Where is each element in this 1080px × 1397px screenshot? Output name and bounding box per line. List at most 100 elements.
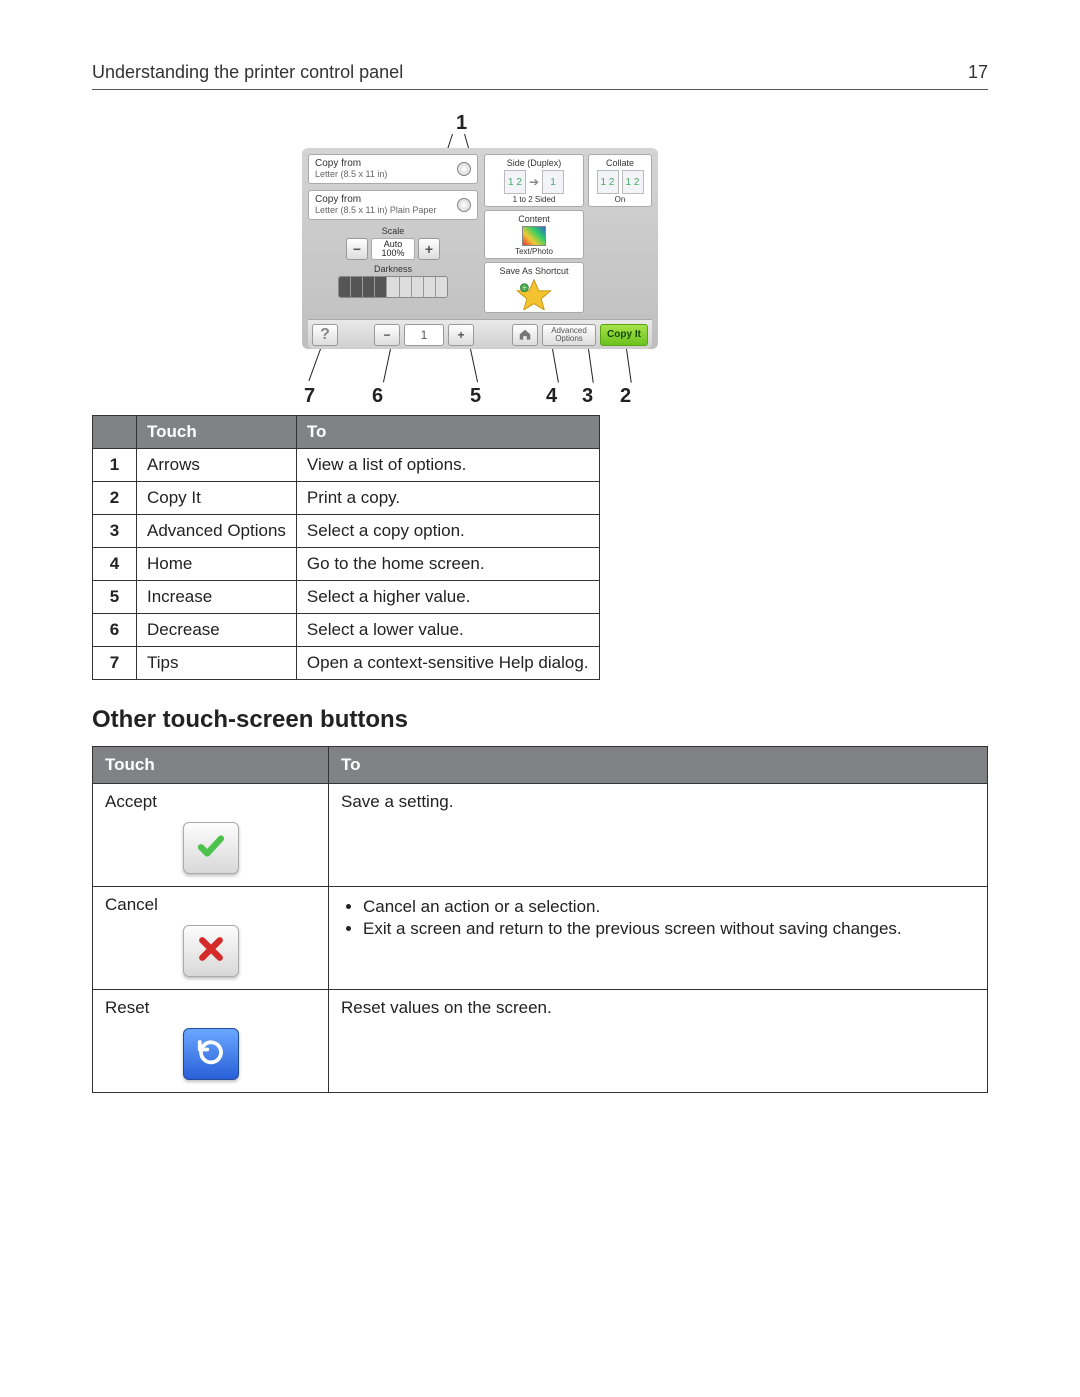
darkness-label: Darkness	[308, 264, 478, 274]
button-name: Cancel	[105, 895, 316, 915]
table-row: 2Copy ItPrint a copy.	[93, 482, 600, 515]
row-touch: Decrease	[137, 614, 297, 647]
home-button[interactable]	[512, 324, 538, 346]
cancel-button[interactable]	[183, 925, 239, 977]
star-icon: +	[514, 278, 554, 310]
increase-button[interactable]: +	[448, 324, 474, 346]
page-front-icon: 1 2	[504, 170, 526, 194]
section-heading: Other touch-screen buttons	[92, 706, 988, 734]
table-row: Reset Reset values on the screen.	[93, 990, 988, 1093]
copy-from-field-2[interactable]: Copy from Letter (8.5 x 11 in) Plain Pap…	[308, 190, 478, 220]
table-row: 1ArrowsView a list of options.	[93, 449, 600, 482]
row-to: Cancel an action or a selection.Exit a s…	[329, 887, 988, 990]
cancel-icon	[196, 934, 226, 969]
collate-tile[interactable]: Collate 1 2 1 2 On	[588, 154, 652, 207]
desc-item: Cancel an action or a selection.	[363, 897, 975, 917]
accept-button[interactable]	[183, 822, 239, 874]
panel-bottom-bar: ? − 1 + Advanced Options Copy It	[308, 319, 652, 349]
table2-header-to: To	[329, 747, 988, 784]
decrease-button[interactable]: −	[374, 324, 400, 346]
touch-panel-figure: 1 Copy from Letter (8.5 x 11 in) Copy fr…	[302, 112, 762, 411]
scale-label: Scale	[308, 226, 478, 236]
running-header: Understanding the printer control panel …	[92, 62, 988, 90]
accept-icon	[194, 831, 228, 866]
button-name: Reset	[105, 998, 316, 1018]
callout-6: 6	[372, 385, 383, 408]
touch-panel: Copy from Letter (8.5 x 11 in) Copy from…	[302, 148, 658, 349]
copy-from-2-label: Copy from	[315, 194, 361, 205]
row-touch: Tips	[137, 647, 297, 680]
row-number: 2	[93, 482, 137, 515]
collate-icon: 1 2	[622, 170, 644, 194]
row-to: Print a copy.	[296, 482, 599, 515]
svg-text:+: +	[523, 285, 527, 292]
row-to: Select a higher value.	[296, 581, 599, 614]
scale-value: Auto 100%	[371, 238, 415, 260]
row-touch: Copy It	[137, 482, 297, 515]
desc-item: Exit a screen and return to the previous…	[363, 919, 975, 939]
collate-icon: 1 2	[597, 170, 619, 194]
table1-header-to: To	[296, 416, 599, 449]
table-row: 3Advanced OptionsSelect a copy option.	[93, 515, 600, 548]
copy-from-field-1[interactable]: Copy from Letter (8.5 x 11 in)	[308, 154, 478, 184]
row-touch: Reset	[93, 990, 329, 1093]
row-number: 1	[93, 449, 137, 482]
copy-from-2-sub: Letter (8.5 x 11 in) Plain Paper	[315, 205, 457, 215]
row-touch: Arrows	[137, 449, 297, 482]
row-to: Select a lower value.	[296, 614, 599, 647]
row-touch: Cancel	[93, 887, 329, 990]
header-title: Understanding the printer control panel	[92, 62, 403, 83]
tips-button[interactable]: ?	[312, 324, 338, 346]
reset-button[interactable]	[183, 1028, 239, 1080]
table-row: 5IncreaseSelect a higher value.	[93, 581, 600, 614]
row-number: 3	[93, 515, 137, 548]
callout-4: 4	[546, 385, 557, 408]
row-number: 7	[93, 647, 137, 680]
row-to: Select a copy option.	[296, 515, 599, 548]
table1-header-blank	[93, 416, 137, 449]
copy-from-1-sub: Letter (8.5 x 11 in)	[315, 169, 457, 179]
arrow-right-icon: ➔	[529, 175, 539, 189]
save-shortcut-tile[interactable]: Save As Shortcut +	[484, 262, 584, 313]
callout-1: 1	[456, 112, 467, 135]
table1-header-touch: Touch	[137, 416, 297, 449]
advanced-options-button[interactable]: Advanced Options	[542, 324, 596, 346]
darkness-slider[interactable]	[338, 276, 448, 298]
page-duplex-icon: 1	[542, 170, 564, 194]
row-number: 6	[93, 614, 137, 647]
row-touch: Increase	[137, 581, 297, 614]
reset-icon	[194, 1037, 228, 1072]
arrow-icon[interactable]	[457, 162, 471, 176]
page-number: 17	[968, 62, 988, 83]
home-icon	[518, 328, 532, 342]
other-buttons-table: Touch To AcceptSave a setting.CancelCanc…	[92, 746, 988, 1093]
arrow-icon[interactable]	[457, 198, 471, 212]
row-to: View a list of options.	[296, 449, 599, 482]
copy-from-1-label: Copy from	[315, 158, 361, 169]
row-number: 4	[93, 548, 137, 581]
table2-header-touch: Touch	[93, 747, 329, 784]
row-to: Save a setting.	[329, 784, 988, 887]
scale-increase-button[interactable]: +	[418, 238, 440, 260]
content-tile[interactable]: Content Text/Photo	[484, 210, 584, 259]
table-row: 4HomeGo to the home screen.	[93, 548, 600, 581]
sides-duplex-tile[interactable]: Side (Duplex) 1 2 ➔ 1 1 to 2 Sided	[484, 154, 584, 207]
table-row: Accept Save a setting.	[93, 784, 988, 887]
callout-3: 3	[582, 385, 593, 408]
copy-it-button[interactable]: Copy It	[600, 324, 648, 346]
callout-reference-table: Touch To 1ArrowsView a list of options.2…	[92, 415, 600, 680]
table-row: 6DecreaseSelect a lower value.	[93, 614, 600, 647]
row-touch: Advanced Options	[137, 515, 297, 548]
content-type-icon	[522, 226, 546, 246]
callout-7: 7	[304, 385, 315, 408]
callout-5: 5	[470, 385, 481, 408]
row-touch: Home	[137, 548, 297, 581]
callout-2: 2	[620, 385, 631, 408]
scale-decrease-button[interactable]: −	[346, 238, 368, 260]
table-row: Cancel Cancel an action or a selection.Ex…	[93, 887, 988, 990]
copy-count: 1	[404, 324, 444, 346]
row-to: Reset values on the screen.	[329, 990, 988, 1093]
row-to: Open a context-sensitive Help dialog.	[296, 647, 599, 680]
button-name: Accept	[105, 792, 316, 812]
row-to: Go to the home screen.	[296, 548, 599, 581]
